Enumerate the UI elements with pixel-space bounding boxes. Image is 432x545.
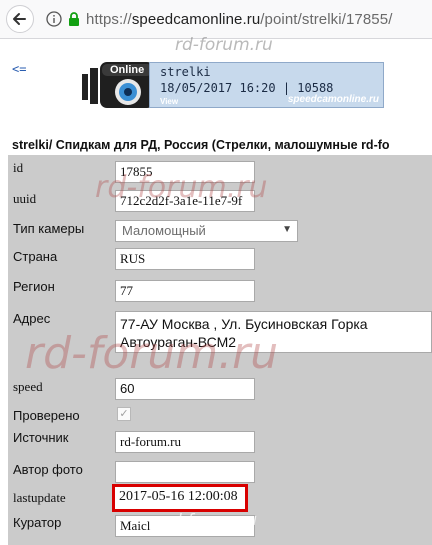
banner-point-name: strelki: [160, 65, 211, 79]
verified-checkbox[interactable]: ✓: [117, 407, 131, 421]
speedcam-banner[interactable]: Online strelki 18/05/2017 16:20 | 10588 …: [80, 58, 384, 111]
arrow-left-icon: [13, 13, 26, 25]
camera-type-select[interactable]: Маломощный ▼: [115, 220, 298, 242]
chevron-down-icon: ▼: [282, 224, 292, 235]
back-button[interactable]: [6, 5, 34, 33]
country-label: Страна: [13, 249, 58, 264]
url-scheme: https://: [86, 10, 132, 28]
url-host: speedcamonline.ru: [131, 10, 261, 28]
photo-author-label: Автор фото: [13, 462, 83, 477]
camera-type-label: Тип камеры: [13, 221, 85, 236]
browser-toolbar: https://speedcamonline.ru/point/strelki/…: [0, 0, 432, 39]
url-path: /point/strelki/17855/: [260, 10, 393, 28]
source-label: Источник: [13, 430, 69, 445]
region-label: Регион: [13, 279, 55, 294]
url-text[interactable]: https://speedcamonline.ru/point/strelki/…: [86, 11, 392, 28]
uuid-field[interactable]: 712c2d2f-3a1e-11e7-9f: [115, 190, 255, 212]
point-form: id 17855 uuid 712c2d2f-3a1e-11e7-9f Тип …: [8, 155, 432, 545]
lock-icon[interactable]: [66, 11, 82, 27]
verified-label: Проверено: [13, 408, 80, 423]
info-icon[interactable]: [46, 11, 62, 27]
back-link[interactable]: <=: [12, 62, 26, 76]
camera-type-value: Маломощный: [122, 223, 206, 238]
address-label: Адрес: [13, 311, 51, 326]
curator-field[interactable]: Maicl: [115, 515, 255, 537]
banner-site-label: speedcamonline.ru: [287, 94, 379, 105]
id-label: id: [13, 160, 24, 175]
address-textarea[interactable]: 77-АУ Москва , Ул. Бусиновская Горка Авт…: [115, 311, 432, 353]
page-title: strelki/ Спидкам для РД, Россия (Стрелки…: [12, 138, 390, 152]
source-field[interactable]: rd-forum.ru: [115, 431, 255, 453]
country-field[interactable]: RUS: [115, 248, 255, 270]
lastupdate-label: lastupdate: [13, 490, 66, 505]
banner-view-label: View: [160, 97, 179, 106]
speed-label: speed: [13, 379, 43, 394]
id-field[interactable]: 17855: [115, 161, 255, 183]
uuid-label: uuid: [13, 191, 37, 206]
banner-info-line: 18/05/2017 16:20 | 10588: [160, 81, 334, 95]
photo-author-field[interactable]: [115, 461, 255, 483]
address-line-2: Автоураган-ВСМ2: [120, 334, 237, 350]
address-line-1: 77-АУ Москва , Ул. Бусиновская Горка: [120, 316, 368, 332]
speed-field[interactable]: 60: [115, 378, 255, 400]
address-bar[interactable]: https://speedcamonline.ru/point/strelki/…: [46, 8, 432, 30]
banner-info: strelki 18/05/2017 16:20 | 10588 View sp…: [149, 62, 384, 108]
lastupdate-highlight: [112, 484, 248, 512]
checkmark-icon: ✓: [119, 408, 129, 420]
region-field[interactable]: 77: [115, 280, 255, 302]
curator-label: Куратор: [13, 515, 62, 530]
online-badge: Online: [110, 64, 145, 76]
